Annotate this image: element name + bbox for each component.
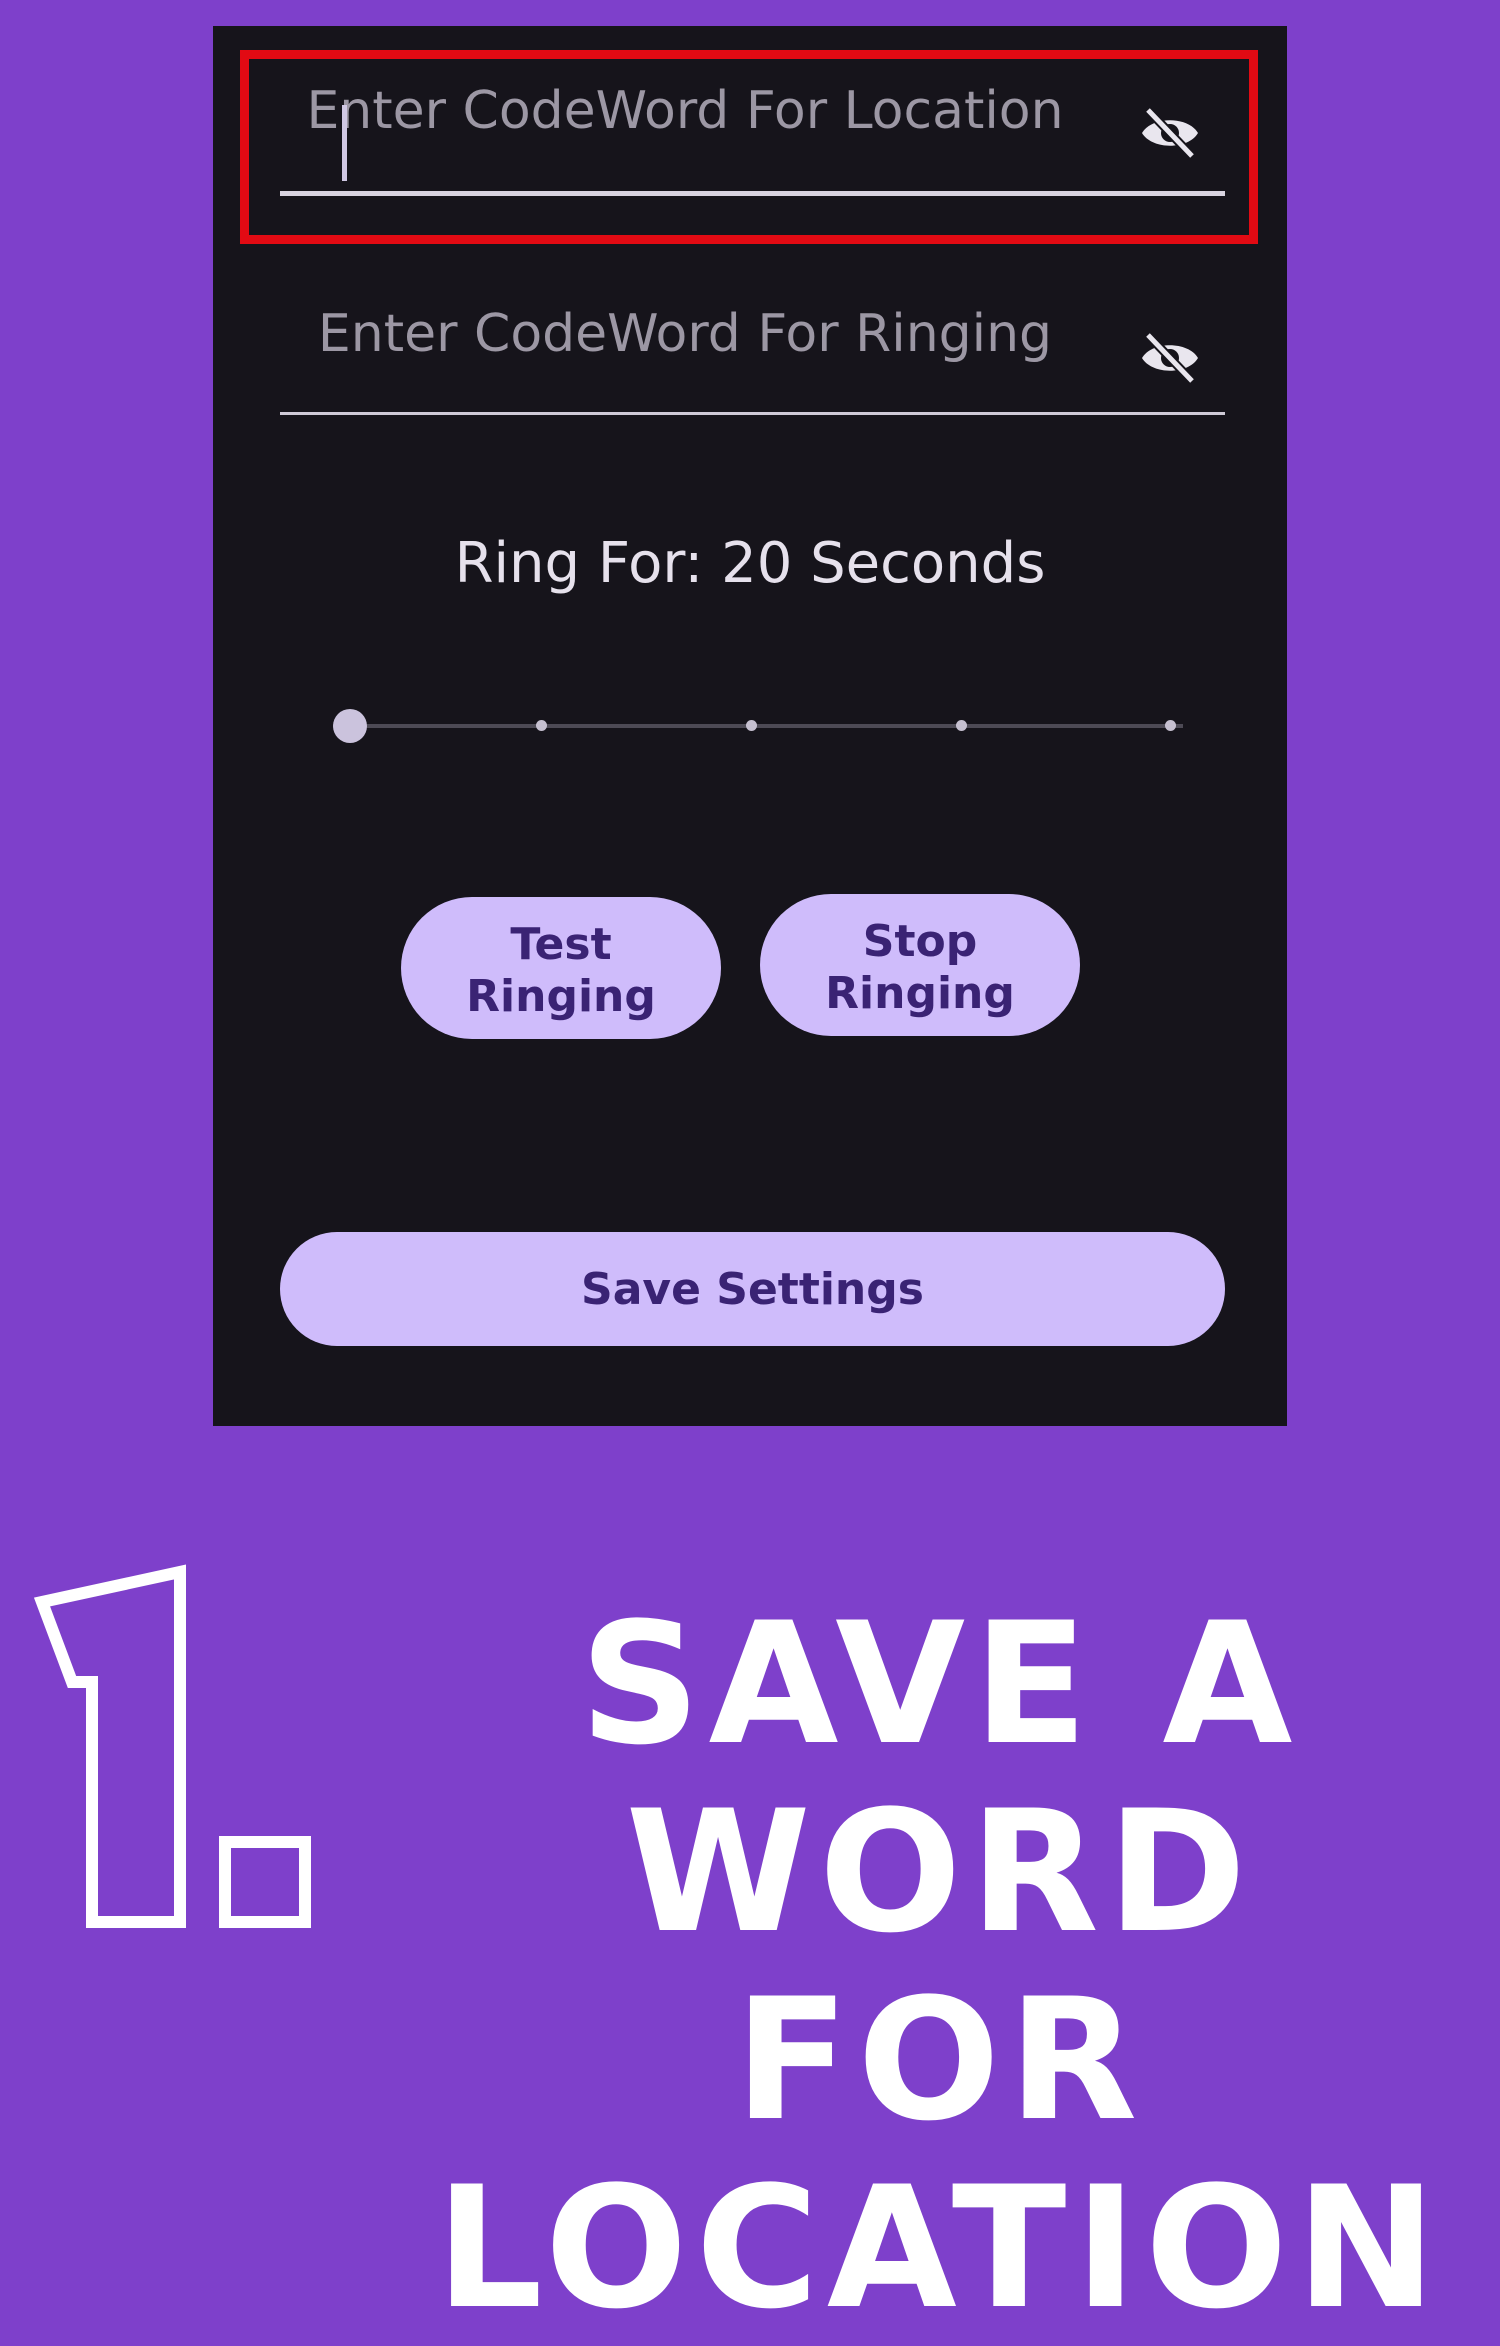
highlight-box — [240, 50, 1258, 244]
slider-tick — [956, 720, 967, 731]
caption-line: FOR LOCATION — [435, 1962, 1445, 2346]
ring-duration-label: Ring For: 20 Seconds — [454, 531, 1046, 596]
eye-off-icon — [1142, 331, 1198, 385]
step-caption: SAVE A WORD FOR LOCATION — [395, 1590, 1485, 2342]
slider-tick — [746, 720, 757, 731]
toggle-visibility-button[interactable] — [1135, 328, 1205, 388]
slider-tick — [1165, 720, 1176, 731]
test-ringing-label: Test Ringing — [401, 919, 721, 1023]
button-label-line: Stop — [862, 916, 978, 967]
button-label-line: Ringing — [466, 971, 656, 1022]
stop-ringing-button[interactable]: Stop Ringing — [760, 894, 1080, 1036]
ringing-codeword-field — [280, 276, 1225, 415]
ringing-codeword-input[interactable] — [280, 276, 1090, 412]
button-label-line: Ringing — [825, 968, 1015, 1019]
slider-thumb[interactable] — [333, 709, 367, 743]
test-ringing-button[interactable]: Test Ringing — [401, 897, 721, 1039]
slider-track — [333, 724, 1183, 728]
slider-tick — [536, 720, 547, 731]
step-number-1 — [33, 1564, 311, 1928]
stop-ringing-label: Stop Ringing — [760, 916, 1080, 1020]
save-settings-button[interactable]: Save Settings — [280, 1232, 1225, 1346]
ring-duration-slider[interactable] — [333, 696, 1183, 756]
button-label-line: Test — [510, 919, 612, 970]
caption-line: SAVE A WORD — [579, 1586, 1301, 1970]
